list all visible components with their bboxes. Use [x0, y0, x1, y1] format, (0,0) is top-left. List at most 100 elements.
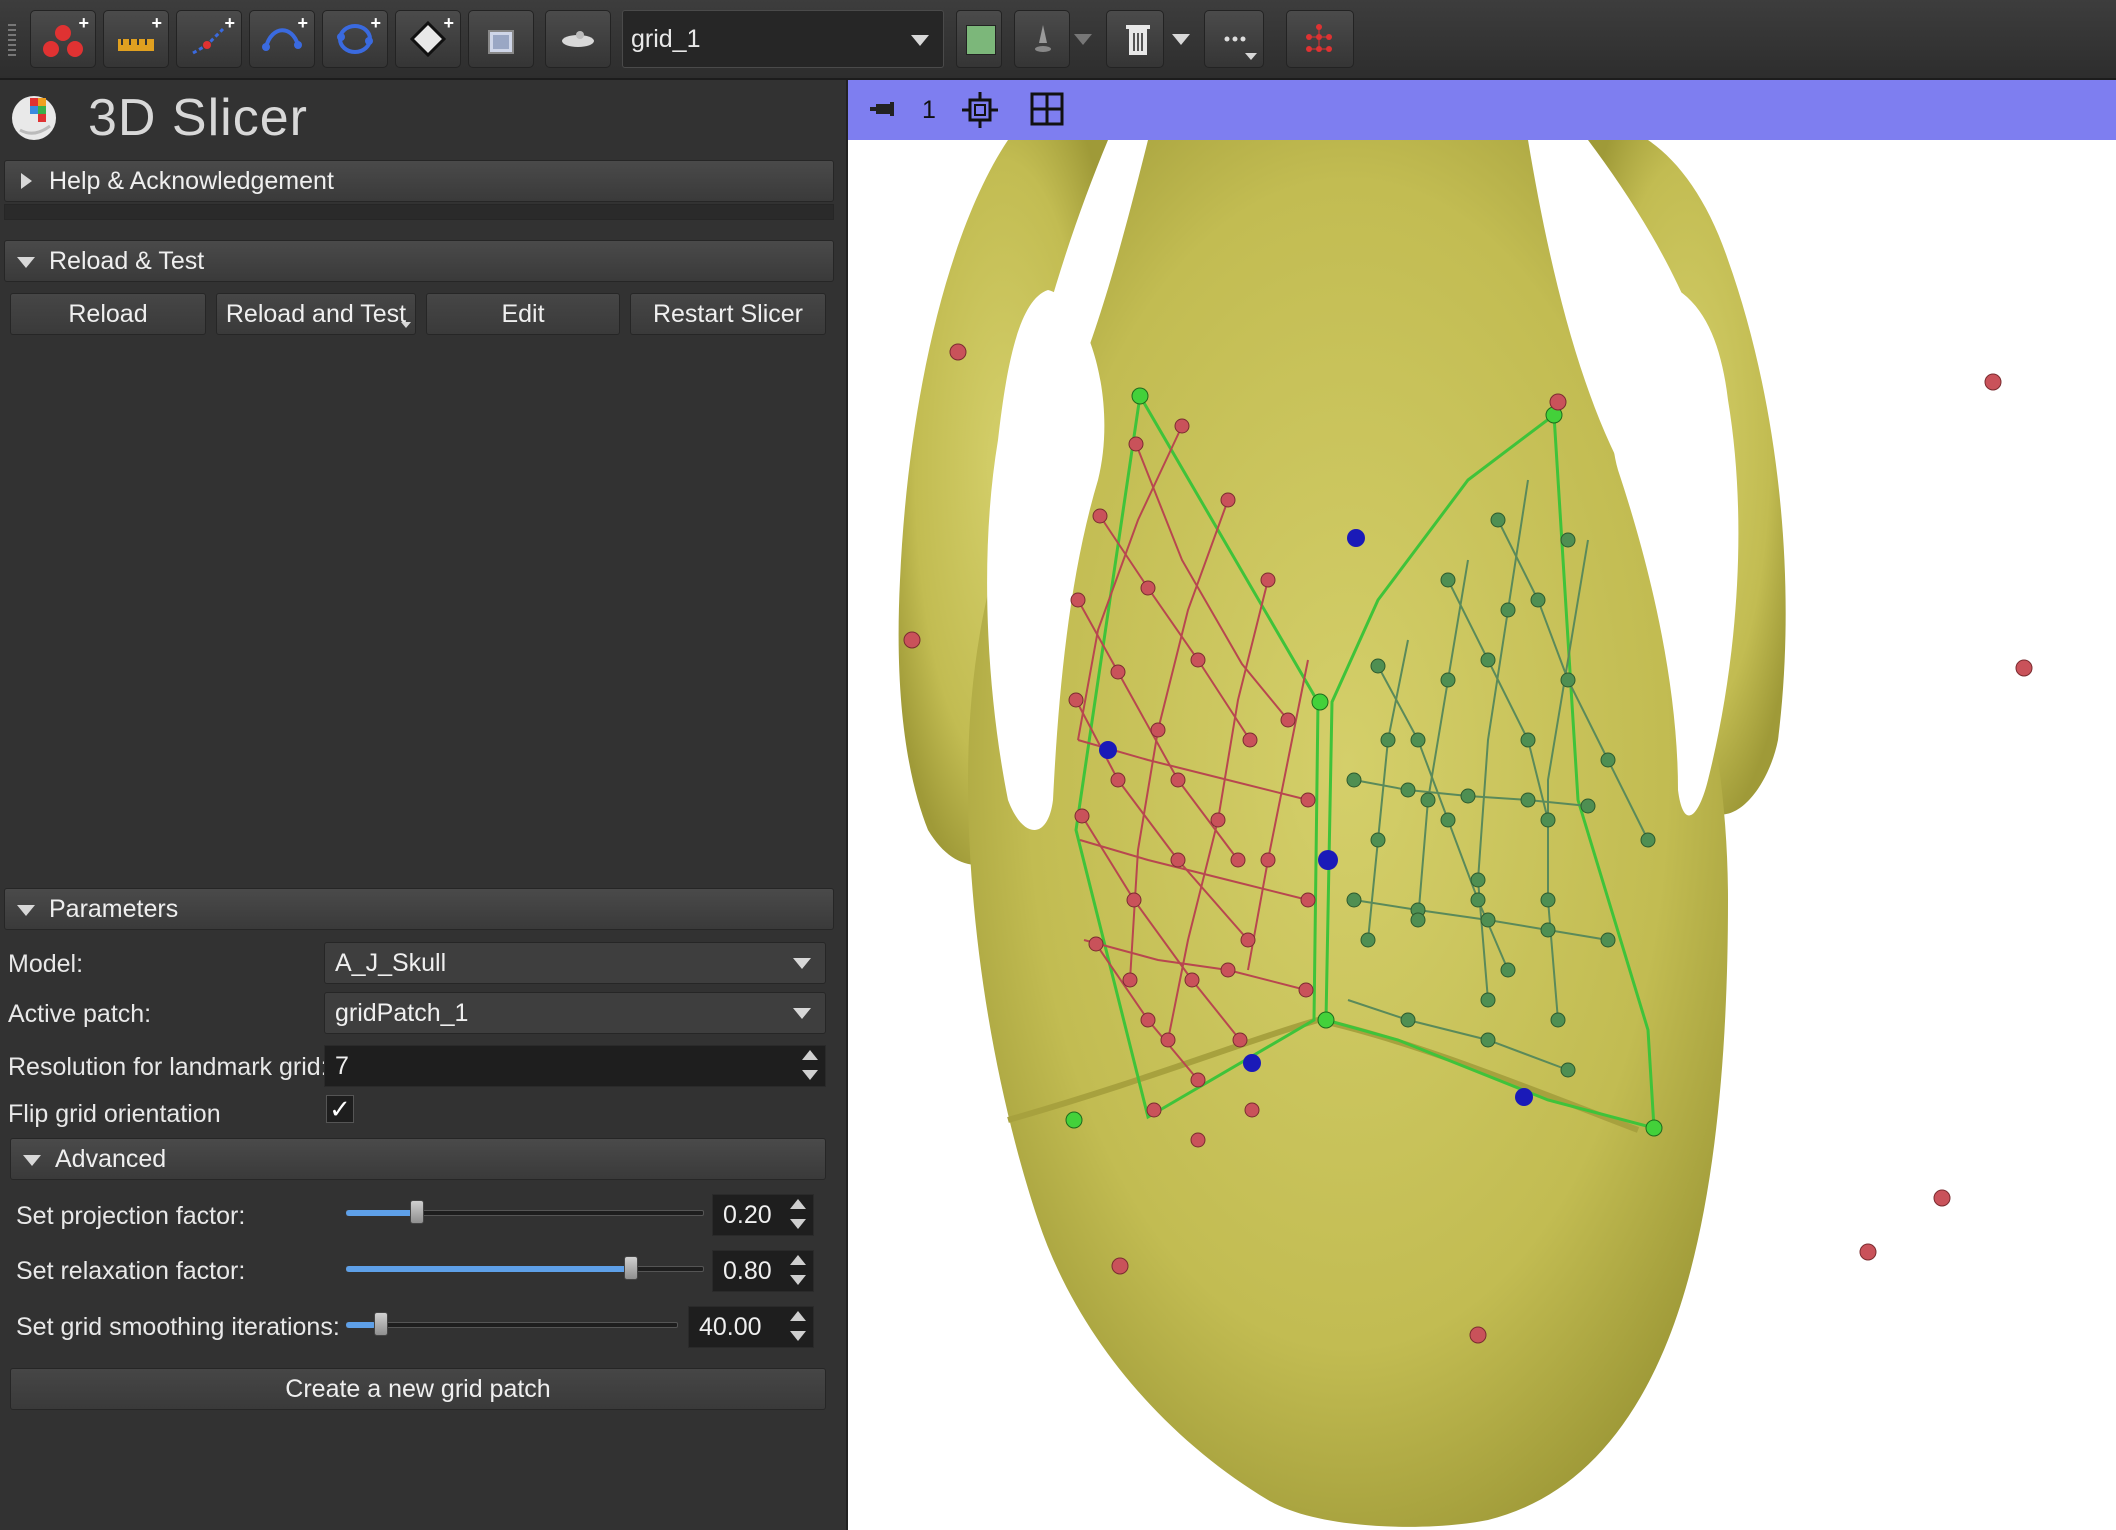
skull-render	[898, 140, 2033, 1527]
visibility-icon	[1035, 25, 1051, 52]
view-index: 1	[922, 96, 936, 124]
place-roi-icon	[488, 30, 514, 54]
trash-icon	[1126, 25, 1150, 55]
smoothing-slider-handle[interactable]	[374, 1312, 388, 1336]
reload-and-test-button[interactable]: Reload and Test	[216, 293, 416, 335]
place-mode-icon	[562, 31, 594, 47]
delete-menu-button[interactable]	[1168, 10, 1194, 68]
place-curve-button[interactable]: +	[249, 10, 315, 68]
center-view-icon[interactable]	[960, 90, 1000, 130]
reload-button[interactable]: Reload	[10, 293, 206, 335]
spin-arrows[interactable]	[785, 1309, 811, 1345]
place-line-button[interactable]: +	[103, 10, 169, 68]
spin-arrows[interactable]	[785, 1253, 811, 1289]
reload-button-label: Reload	[68, 300, 148, 328]
spin-up-icon	[790, 1199, 806, 1209]
spin-down-icon	[802, 1070, 818, 1080]
create-grid-patch-button[interactable]: Create a new grid patch	[10, 1368, 826, 1410]
projection-factor-value: 0.20	[723, 1201, 772, 1229]
active-patch-label: Active patch:	[8, 1000, 152, 1028]
relaxation-slider-handle[interactable]	[624, 1256, 638, 1280]
projection-slider-handle[interactable]	[410, 1200, 424, 1224]
markup-node-selector[interactable]: grid_1	[622, 10, 944, 68]
delete-button[interactable]	[1106, 10, 1164, 68]
place-roi-button[interactable]	[468, 10, 534, 68]
collapse-arrow-icon	[17, 257, 35, 268]
model-label: Model:	[8, 950, 84, 978]
relaxation-slider-fill	[346, 1266, 631, 1272]
advanced-section-label: Advanced	[55, 1145, 167, 1173]
active-patch-selector[interactable]: gridPatch_1	[324, 992, 826, 1034]
menu-arrow-icon	[401, 322, 411, 328]
expand-arrow-icon	[21, 173, 32, 189]
resolution-value: 7	[335, 1052, 349, 1080]
smoothing-iterations-spinbox[interactable]: 40.00	[688, 1306, 814, 1348]
reload-and-test-label: Reload and Test	[225, 300, 407, 328]
layout-icon[interactable]	[1030, 92, 1064, 126]
parameters-section-label: Parameters	[49, 895, 179, 923]
resolution-label: Resolution for landmark grid:	[8, 1053, 328, 1081]
spin-down-icon	[790, 1219, 806, 1229]
advanced-section-header[interactable]: Advanced	[10, 1138, 826, 1180]
visibility-button[interactable]	[1014, 10, 1070, 68]
flip-grid-label: Flip grid orientation	[8, 1100, 221, 1128]
restart-slicer-label: Restart Slicer	[652, 300, 804, 328]
restart-slicer-button[interactable]: Restart Slicer	[630, 293, 826, 335]
parameters-section-header[interactable]: Parameters	[4, 888, 834, 930]
relaxation-factor-spinbox[interactable]: 0.80	[712, 1250, 814, 1292]
landmark-grid-button[interactable]	[1286, 10, 1354, 68]
section-separator	[4, 204, 834, 220]
color-swatch-button[interactable]	[956, 10, 1002, 68]
create-grid-patch-label: Create a new grid patch	[285, 1375, 551, 1403]
spin-down-icon	[790, 1331, 806, 1341]
collapse-arrow-icon	[23, 1155, 41, 1166]
reload-section-header[interactable]: Reload & Test	[4, 240, 834, 282]
place-angle-button[interactable]: +	[176, 10, 242, 68]
relaxation-factor-label: Set relaxation factor:	[16, 1257, 246, 1285]
flip-grid-checkbox[interactable]: ✓	[326, 1095, 354, 1123]
projection-factor-spinbox[interactable]: 0.20	[712, 1194, 814, 1236]
3d-viewport[interactable]	[848, 140, 2116, 1530]
landmark-grid-icon	[1306, 24, 1332, 52]
help-section-header[interactable]: Help & Acknowledgement	[4, 160, 834, 202]
visibility-menu-button[interactable]	[1072, 10, 1094, 68]
pin-icon[interactable]	[868, 98, 902, 120]
projection-factor-label: Set projection factor:	[16, 1202, 246, 1230]
toolbar-grip[interactable]	[8, 24, 16, 58]
model-selector[interactable]: A_J_Skull	[324, 942, 826, 984]
smoothing-slider-track[interactable]	[346, 1322, 678, 1328]
more-options-button[interactable]	[1204, 10, 1264, 68]
chevron-down-icon	[1172, 34, 1190, 45]
active-patch-value: gridPatch_1	[335, 999, 469, 1027]
collapse-arrow-icon	[17, 905, 35, 916]
smoothing-slider-fill	[346, 1322, 376, 1328]
relaxation-factor-value: 0.80	[723, 1257, 772, 1285]
spin-arrows[interactable]	[785, 1197, 811, 1233]
chevron-down-icon	[1245, 53, 1257, 60]
model-selector-value: A_J_Skull	[335, 949, 447, 977]
chevron-down-icon	[1074, 34, 1092, 45]
spin-arrows[interactable]	[797, 1048, 823, 1084]
edit-button-label: Edit	[501, 300, 545, 328]
help-section-label: Help & Acknowledgement	[49, 167, 334, 195]
place-closed-curve-button[interactable]: +	[322, 10, 388, 68]
place-plane-button[interactable]: +	[395, 10, 461, 68]
color-swatch	[966, 25, 996, 55]
place-mode-button[interactable]	[545, 10, 611, 68]
spin-up-icon	[802, 1050, 818, 1060]
chevron-down-icon	[911, 35, 929, 46]
app-title: 3D Slicer	[88, 89, 308, 147]
projection-slider-fill	[346, 1210, 417, 1216]
resolution-spinbox[interactable]: 7	[324, 1045, 826, 1087]
module-panel: 3D Slicer Help & Acknowledgement Reload …	[0, 80, 846, 1530]
chevron-down-icon	[793, 1008, 811, 1019]
main-toolbar: + + + + + + grid_1	[0, 0, 2116, 80]
view-controller-bar: 1	[848, 80, 2116, 140]
smoothing-iterations-value: 40.00	[699, 1313, 762, 1341]
node-selector-value: grid_1	[631, 25, 701, 53]
slicer-logo-icon	[12, 96, 56, 140]
spin-up-icon	[790, 1255, 806, 1265]
place-fiducial-button[interactable]: +	[30, 10, 96, 68]
edit-button[interactable]: Edit	[426, 293, 620, 335]
smoothing-iterations-label: Set grid smoothing iterations:	[16, 1313, 340, 1341]
